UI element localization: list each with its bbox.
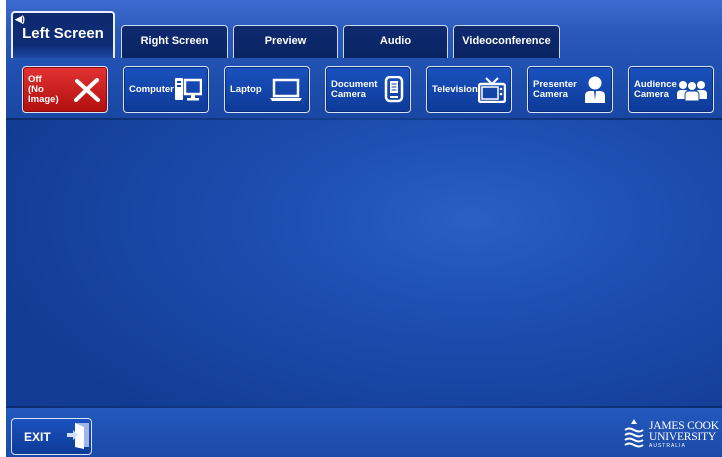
tab-label: Preview (264, 35, 307, 47)
source-button-row: Off (No Image) Computer Laptop Document … (6, 58, 722, 118)
speaker-icon: ◀) (15, 14, 25, 24)
audience-icon (677, 79, 707, 101)
button-label: Presenter Camera (533, 78, 577, 100)
button-label: Computer (129, 83, 174, 95)
document-camera-button[interactable]: Document Camera (325, 66, 411, 113)
tab-audio[interactable]: Audio (343, 25, 448, 58)
tab-label: Videoconference (462, 35, 551, 47)
button-label: Audience Camera (634, 78, 677, 100)
jcu-wave-emblem-icon (623, 418, 645, 453)
tab-label: Left Screen (22, 25, 104, 42)
off-no-image-button[interactable]: Off (No Image) (22, 66, 108, 113)
computer-button[interactable]: Computer (123, 66, 209, 113)
button-label: Off (No Image) (28, 73, 59, 105)
television-button[interactable]: Television (426, 66, 512, 113)
exit-door-icon (65, 421, 91, 452)
computer-icon (174, 77, 202, 103)
control-panel: ◀) Left Screen Right Screen Preview Audi… (6, 0, 722, 457)
jcu-wordmark: JAMES COOK UNIVERSITY AUSTRALIA (649, 420, 719, 450)
laptop-button[interactable]: Laptop (224, 66, 310, 113)
footer-bar: EXIT JAMES COOK UNIVERSITY AUSTRALIA (6, 408, 722, 457)
document-camera-icon (384, 75, 404, 104)
button-label: Document Camera (331, 78, 378, 100)
tab-preview[interactable]: Preview (233, 25, 338, 58)
logo-line-3: AUSTRALIA (649, 443, 686, 449)
button-label: Television (432, 83, 478, 95)
button-label: Laptop (230, 83, 262, 95)
tab-label: Right Screen (140, 35, 209, 47)
logo-line-2: UNIVERSITY (649, 431, 716, 443)
exit-label: EXIT (24, 429, 51, 444)
tab-left-screen[interactable]: ◀) Left Screen (11, 11, 115, 59)
top-divider (6, 118, 722, 120)
tab-bar: ◀) Left Screen Right Screen Preview Audi… (6, 0, 722, 59)
audience-camera-button[interactable]: Audience Camera (628, 66, 714, 113)
tab-right-screen[interactable]: Right Screen (121, 25, 228, 58)
tab-videoconference[interactable]: Videoconference (453, 25, 560, 58)
x-cross-icon (73, 77, 101, 102)
exit-button[interactable]: EXIT (11, 418, 92, 455)
television-icon (477, 76, 506, 103)
tab-label: Audio (379, 35, 412, 47)
laptop-icon (269, 78, 303, 102)
jcu-logo: JAMES COOK UNIVERSITY AUSTRALIA (623, 414, 722, 457)
presenter-camera-button[interactable]: Presenter Camera (527, 66, 613, 113)
presenter-icon (584, 76, 606, 104)
